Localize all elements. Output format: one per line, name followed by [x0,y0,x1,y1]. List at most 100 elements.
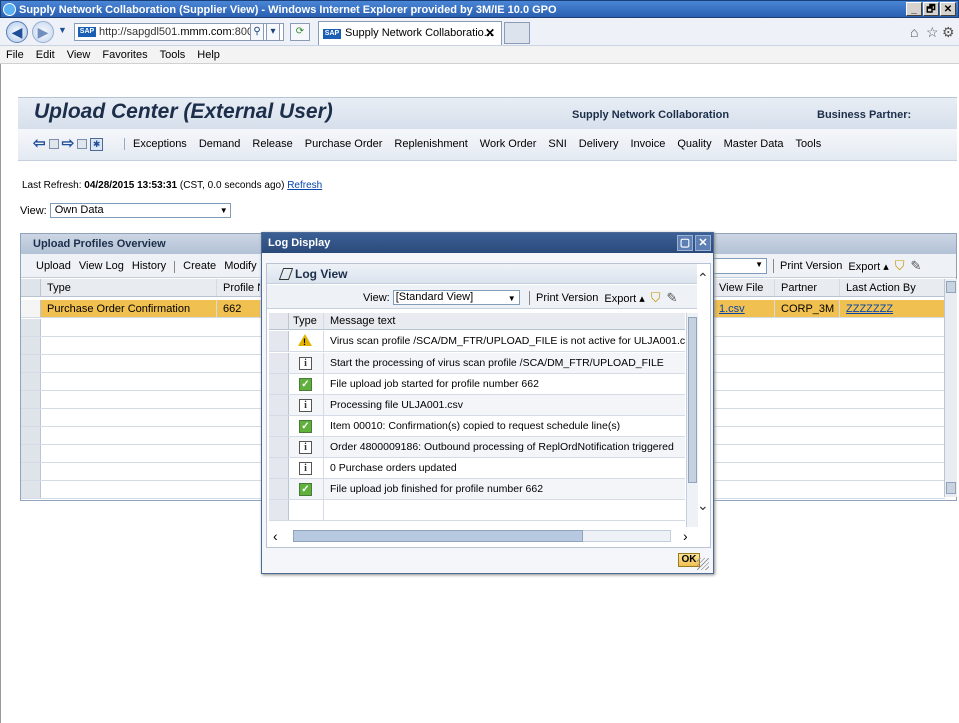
col-message-text[interactable]: Message text [324,313,685,329]
row-selector[interactable] [21,481,41,498]
row-selector[interactable] [269,500,289,520]
scroll-up-icon[interactable] [946,281,956,293]
row-selector[interactable] [269,395,289,415]
scroll-thumb[interactable] [688,317,697,483]
col-profile-number[interactable]: Profile Nu [217,279,261,296]
nav-release[interactable]: Release [252,138,292,150]
nav-invoice[interactable]: Invoice [631,138,666,150]
row-selector[interactable] [21,373,41,390]
row-selector[interactable] [21,409,41,426]
chevron-right-icon[interactable]: › [683,528,688,544]
list-item[interactable]: i 0 Purchase orders updated [269,458,685,479]
settings-wrench-icon[interactable]: ✎ [667,290,678,306]
col-partner[interactable]: Partner [775,279,840,296]
nav-replenishment[interactable]: Replenishment [394,138,467,150]
refresh-icon[interactable]: ⟳ [290,23,310,41]
search-icon[interactable]: ⚲ [250,23,264,41]
resize-grip-icon[interactable] [697,558,709,570]
col-type[interactable]: Type [289,313,324,329]
chevron-left-icon[interactable]: ‹ [273,528,278,544]
favorites-star-icon[interactable]: ☆ [926,24,939,41]
cell-last-action-link[interactable]: ZZZZZZZ [846,303,893,315]
menu-edit[interactable]: Edit [36,46,55,63]
list-item[interactable]: i Processing file ULJA001.csv [269,395,685,416]
col-last-action-by[interactable]: Last Action By [840,279,945,296]
row-selector[interactable] [21,300,41,317]
history-dropdown-icon[interactable]: ▼ [58,25,67,35]
row-selector[interactable] [21,337,41,354]
view-log-button[interactable]: View Log [79,260,124,273]
select-all-icon[interactable] [269,313,289,329]
select-all-icon[interactable] [21,279,41,296]
row-selector[interactable] [21,445,41,462]
menu-favorites[interactable]: Favorites [102,46,147,63]
cell-file-link[interactable]: 1.csv [719,303,745,315]
menu-view[interactable]: View [67,46,91,63]
view-dropdown[interactable]: Own Data ▼ [49,203,231,218]
list-item[interactable]: i Order 4800009186: Outbound processing … [269,437,685,458]
log-export-button[interactable]: Export ▴ [604,292,644,305]
row-selector[interactable] [21,463,41,480]
close-window-button[interactable]: ✕ [940,2,956,16]
list-item[interactable]: i Start the processing of virus scan pro… [269,353,685,374]
history-forward-icon[interactable] [77,139,88,149]
row-selector[interactable] [269,416,289,436]
log-print-version-button[interactable]: Print Version [536,292,598,304]
row-selector[interactable] [269,479,289,499]
table-scrollbar[interactable] [944,279,957,497]
chevron-down-icon[interactable]: ⌄ [697,497,709,514]
forward-arrow-icon[interactable]: ▶ [32,21,54,43]
tab-close-icon[interactable]: ✕ [485,22,495,44]
dialog-title-bar[interactable]: Log Display ▢ ✕ [262,233,713,253]
print-version-button[interactable]: Print Version [780,260,842,272]
scroll-thumb[interactable] [293,530,583,542]
filter-icon[interactable]: ⛉ [651,290,661,306]
favorites-icon[interactable]: ✱ [90,137,104,151]
nav-tools[interactable]: Tools [796,138,822,150]
forward-nav-icon[interactable]: ⇨ [62,136,75,151]
upload-button[interactable]: Upload [36,260,71,273]
dialog-maximize-icon[interactable]: ▢ [677,235,693,251]
filter-icon[interactable]: ⛉ [895,258,905,274]
settings-wrench-icon[interactable]: ✎ [911,258,922,274]
row-selector[interactable] [269,353,289,373]
nav-quality[interactable]: Quality [677,138,711,150]
chevron-up-icon[interactable]: ⌃ [697,270,709,287]
menu-tools[interactable]: Tools [160,46,186,63]
history-icon[interactable] [48,139,59,149]
new-tab-button[interactable] [504,22,530,44]
back-arrow-icon[interactable]: ◀ [6,21,28,43]
modify-button[interactable]: Modify [224,260,256,273]
export-button[interactable]: Export ▴ [848,260,888,273]
menu-file[interactable]: File [6,46,24,63]
dialog-close-icon[interactable]: ✕ [695,235,711,251]
list-item[interactable]: ✓ File upload job finished for profile n… [269,479,685,500]
create-button[interactable]: Create [183,260,216,273]
minimize-button[interactable]: _ [906,2,922,16]
home-icon[interactable]: ⌂ [910,24,918,40]
row-selector[interactable] [21,391,41,408]
menu-help[interactable]: Help [197,46,220,63]
col-type[interactable]: Type [41,279,217,296]
panel-view-dropdown[interactable]: ] ▼ [707,258,767,274]
row-selector[interactable] [269,437,289,457]
log-view-dropdown[interactable]: [Standard View] ▼ [392,290,520,305]
row-selector[interactable] [269,374,289,394]
history-button[interactable]: History [132,260,166,273]
list-item[interactable]: ✓ File upload job started for profile nu… [269,374,685,395]
browser-tab[interactable]: SAP Supply Network Collaboratio... ✕ [318,21,502,45]
nav-delivery[interactable]: Delivery [579,138,619,150]
row-selector[interactable] [21,355,41,372]
refresh-link[interactable]: Refresh [287,180,322,191]
row-selector[interactable] [269,331,289,351]
scroll-down-icon[interactable] [946,482,956,494]
nav-demand[interactable]: Demand [199,138,241,150]
log-vertical-scrollbar[interactable] [686,313,698,527]
col-view-file[interactable]: View File [713,279,775,296]
nav-sni[interactable]: SNI [548,138,566,150]
nav-purchase-order[interactable]: Purchase Order [305,138,383,150]
row-selector[interactable] [21,427,41,444]
row-selector[interactable] [21,319,41,336]
nav-work-order[interactable]: Work Order [480,138,537,150]
nav-exceptions[interactable]: Exceptions [133,138,187,150]
